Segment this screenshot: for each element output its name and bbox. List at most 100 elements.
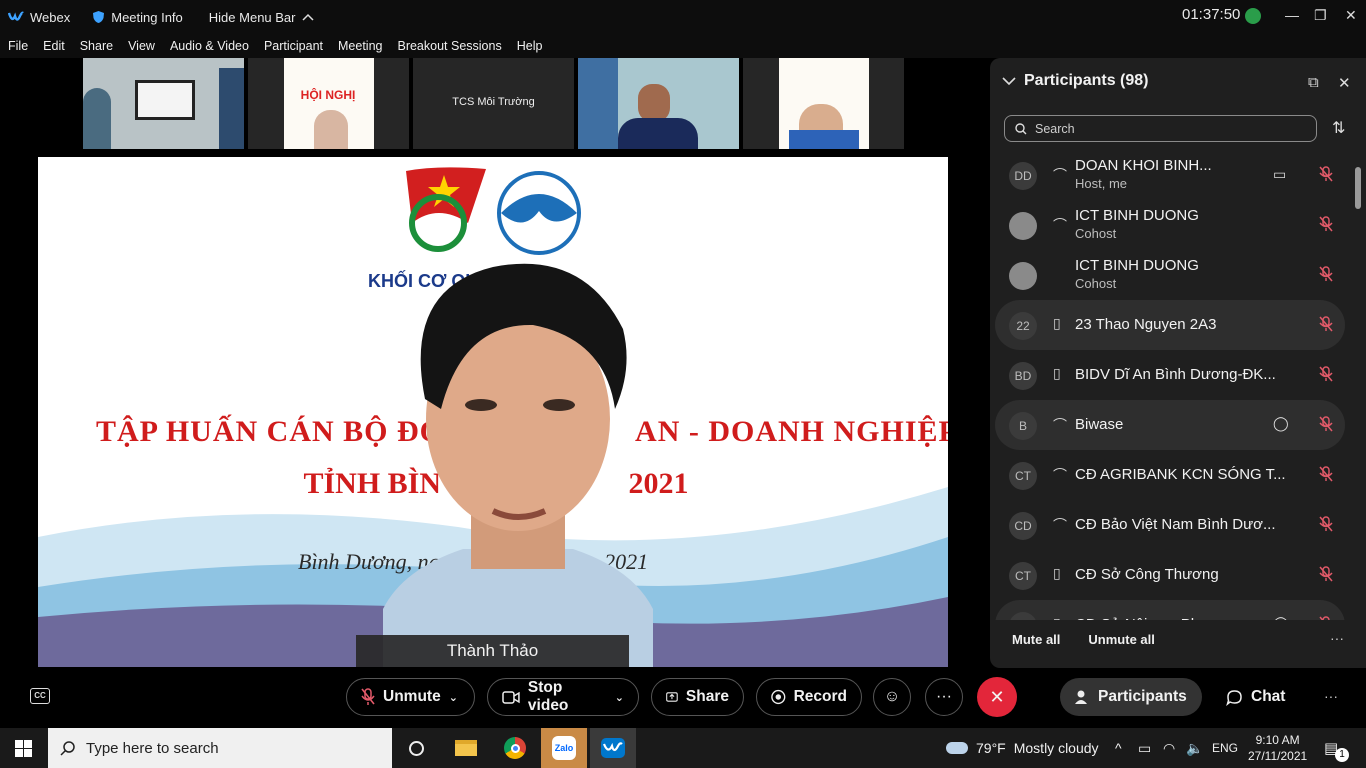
phone-icon: ▯ <box>1053 615 1067 620</box>
video-thumbnail[interactable]: TCS Môi Trường <box>413 58 574 149</box>
chevron-down-icon[interactable]: ⌄ <box>449 691 458 704</box>
chat-tab-button[interactable]: Chat <box>1212 678 1299 716</box>
unmute-all-button[interactable]: Unmute all <box>1088 632 1154 647</box>
close-panel-icon[interactable]: ✕ <box>1338 74 1351 92</box>
stop-video-button[interactable]: Stop video ⌄ <box>487 678 639 716</box>
participant-row[interactable]: DD ⌒ DOAN KHOI BINH... Host, me ▭ <box>995 150 1345 200</box>
participant-row[interactable]: BD ▯ BIDV Dĩ An Bình Dương-ĐK... <box>995 350 1345 400</box>
menu-view[interactable]: View <box>128 39 155 53</box>
taskbar-search[interactable]: Type here to search <box>48 728 392 768</box>
participant-row[interactable]: ICT BINH DUONG Cohost <box>995 250 1345 300</box>
menu-audio-video[interactable]: Audio & Video <box>170 39 249 53</box>
notification-icon[interactable]: ▤ <box>1324 728 1338 768</box>
main-video-stage[interactable]: KHỐI CƠ QU TẬP HUẤN CÁN BỘ ĐOÀ AN - DOAN… <box>38 157 948 667</box>
menu-help[interactable]: Help <box>517 39 543 53</box>
menu-meeting[interactable]: Meeting <box>338 39 382 53</box>
participant-row[interactable]: CD ▯ CĐ Sở Nội vụ - Phương... ◯ <box>995 600 1345 620</box>
menu-file[interactable]: File <box>8 39 28 53</box>
windows-start-icon[interactable] <box>15 740 32 757</box>
video-thumbnail[interactable]: HỘI NGHỊ <box>248 58 409 149</box>
chat-bubble-icon[interactable]: ◯ <box>1273 615 1289 620</box>
scrollbar-thumb[interactable] <box>1355 167 1361 209</box>
avatar: 22 <box>1009 312 1037 340</box>
video-thumbnail[interactable] <box>743 58 904 149</box>
more-options-icon[interactable]: ··· <box>1330 630 1344 646</box>
chrome-icon[interactable] <box>492 728 538 768</box>
participant-name: ICT BINH DUONG <box>1075 207 1199 224</box>
chat-bubble-icon[interactable]: ◯ <box>1273 415 1289 432</box>
pop-out-icon[interactable]: ⧉ <box>1308 74 1319 91</box>
clock-date: 27/11/2021 <box>1248 749 1308 763</box>
reactions-button[interactable]: ☺ <box>873 678 911 716</box>
video-thumbnail[interactable] <box>578 58 739 149</box>
video-thumbnail-strip: HỘI NGHỊ TCS Môi Trường <box>83 58 904 149</box>
participant-role: Cohost <box>1075 276 1117 291</box>
muted-mic-icon[interactable] <box>1317 465 1335 483</box>
avatar <box>1009 212 1037 240</box>
participants-tab-button[interactable]: Participants <box>1060 678 1202 716</box>
avatar: DD <box>1009 162 1037 190</box>
video-camera-icon[interactable]: ▭ <box>1273 166 1286 183</box>
more-icon[interactable]: ··· <box>1324 688 1338 704</box>
maximize-icon[interactable]: ❐ <box>1314 7 1327 24</box>
more-button[interactable]: ··· <box>925 678 963 716</box>
minimize-icon[interactable]: — <box>1285 7 1299 23</box>
participant-row[interactable]: CD ⌒ CĐ Bảo Việt Nam Bình Dươ... <box>995 500 1345 550</box>
phone-icon: ▯ <box>1053 565 1061 581</box>
windows-taskbar: Type here to search Zalo 79°F Mostly clo… <box>0 728 1366 768</box>
chevron-down-icon[interactable]: ⌄ <box>615 691 624 704</box>
zalo-icon[interactable]: Zalo <box>541 728 587 768</box>
muted-mic-icon[interactable] <box>1317 615 1335 620</box>
headset-icon: ⌒ <box>1053 467 1067 483</box>
speaker-icon[interactable]: 🔈 <box>1186 728 1203 768</box>
menu-participant[interactable]: Participant <box>264 39 323 53</box>
video-thumbnail[interactable] <box>83 58 244 149</box>
record-label: Record <box>793 688 847 705</box>
participant-row[interactable]: B ⌒ Biwase ◯ <box>995 400 1345 450</box>
closed-captions-icon[interactable]: CC <box>30 688 50 704</box>
menu-breakout-sessions[interactable]: Breakout Sessions <box>397 39 501 53</box>
task-view-icon[interactable] <box>393 728 439 768</box>
unmute-button[interactable]: Unmute ⌄ <box>346 678 475 716</box>
chevron-up-icon[interactable]: ^ <box>1115 728 1122 768</box>
taskbar-clock[interactable]: 9:10 AM 27/11/2021 <box>1248 732 1307 764</box>
participant-row[interactable]: ⌒ ICT BINH DUONG Cohost <box>995 200 1345 250</box>
muted-mic-icon[interactable] <box>1317 215 1335 233</box>
participants-header[interactable]: Participants (98) <box>1002 72 1148 90</box>
muted-mic-icon[interactable] <box>1317 165 1335 183</box>
video-camera-icon <box>502 690 520 704</box>
participant-row[interactable]: CT ⌒ CĐ AGRIBANK KCN SÓNG T... <box>995 450 1345 500</box>
menu-share[interactable]: Share <box>80 39 113 53</box>
avatar <box>1009 262 1037 290</box>
webex-taskbar-icon[interactable] <box>590 728 636 768</box>
muted-mic-icon[interactable] <box>1317 365 1335 383</box>
language-indicator[interactable]: ENG <box>1212 728 1238 768</box>
participant-name: 23 Thao Nguyen 2A3 <box>1075 316 1217 333</box>
muted-mic-icon[interactable] <box>1317 565 1335 583</box>
sort-icon[interactable]: ⇅ <box>1332 118 1345 138</box>
participant-search[interactable] <box>1004 115 1317 142</box>
youth-union-emblem-icon <box>406 167 486 252</box>
meeting-info-button[interactable]: Meeting Info <box>92 10 183 25</box>
battery-icon[interactable]: ▭ <box>1138 728 1151 768</box>
file-explorer-icon[interactable] <box>443 728 489 768</box>
participant-scrollbar[interactable] <box>1352 152 1364 622</box>
weather-widget[interactable]: 79°F Mostly cloudy <box>946 728 1099 768</box>
participant-row[interactable]: 22 ▯ 23 Thao Nguyen 2A3 <box>995 300 1345 350</box>
leave-meeting-button[interactable]: ✕ <box>977 677 1017 717</box>
participant-search-input[interactable] <box>1035 121 1295 136</box>
record-button[interactable]: Record <box>756 678 862 716</box>
app-name: Webex <box>30 9 71 25</box>
hide-menu-bar-button[interactable]: Hide Menu Bar <box>209 10 314 25</box>
muted-mic-icon[interactable] <box>1317 315 1335 333</box>
network-signal-icon[interactable] <box>1245 8 1261 24</box>
muted-mic-icon[interactable] <box>1317 515 1335 533</box>
close-window-icon[interactable]: ✕ <box>1345 7 1357 24</box>
mute-all-button[interactable]: Mute all <box>1012 632 1060 647</box>
menu-edit[interactable]: Edit <box>43 39 65 53</box>
muted-mic-icon[interactable] <box>1317 415 1335 433</box>
wifi-icon[interactable]: ◠ <box>1163 728 1175 768</box>
participant-row[interactable]: CT ▯ CĐ Sở Công Thương <box>995 550 1345 600</box>
share-button[interactable]: Share <box>651 678 744 716</box>
muted-mic-icon[interactable] <box>1317 265 1335 283</box>
